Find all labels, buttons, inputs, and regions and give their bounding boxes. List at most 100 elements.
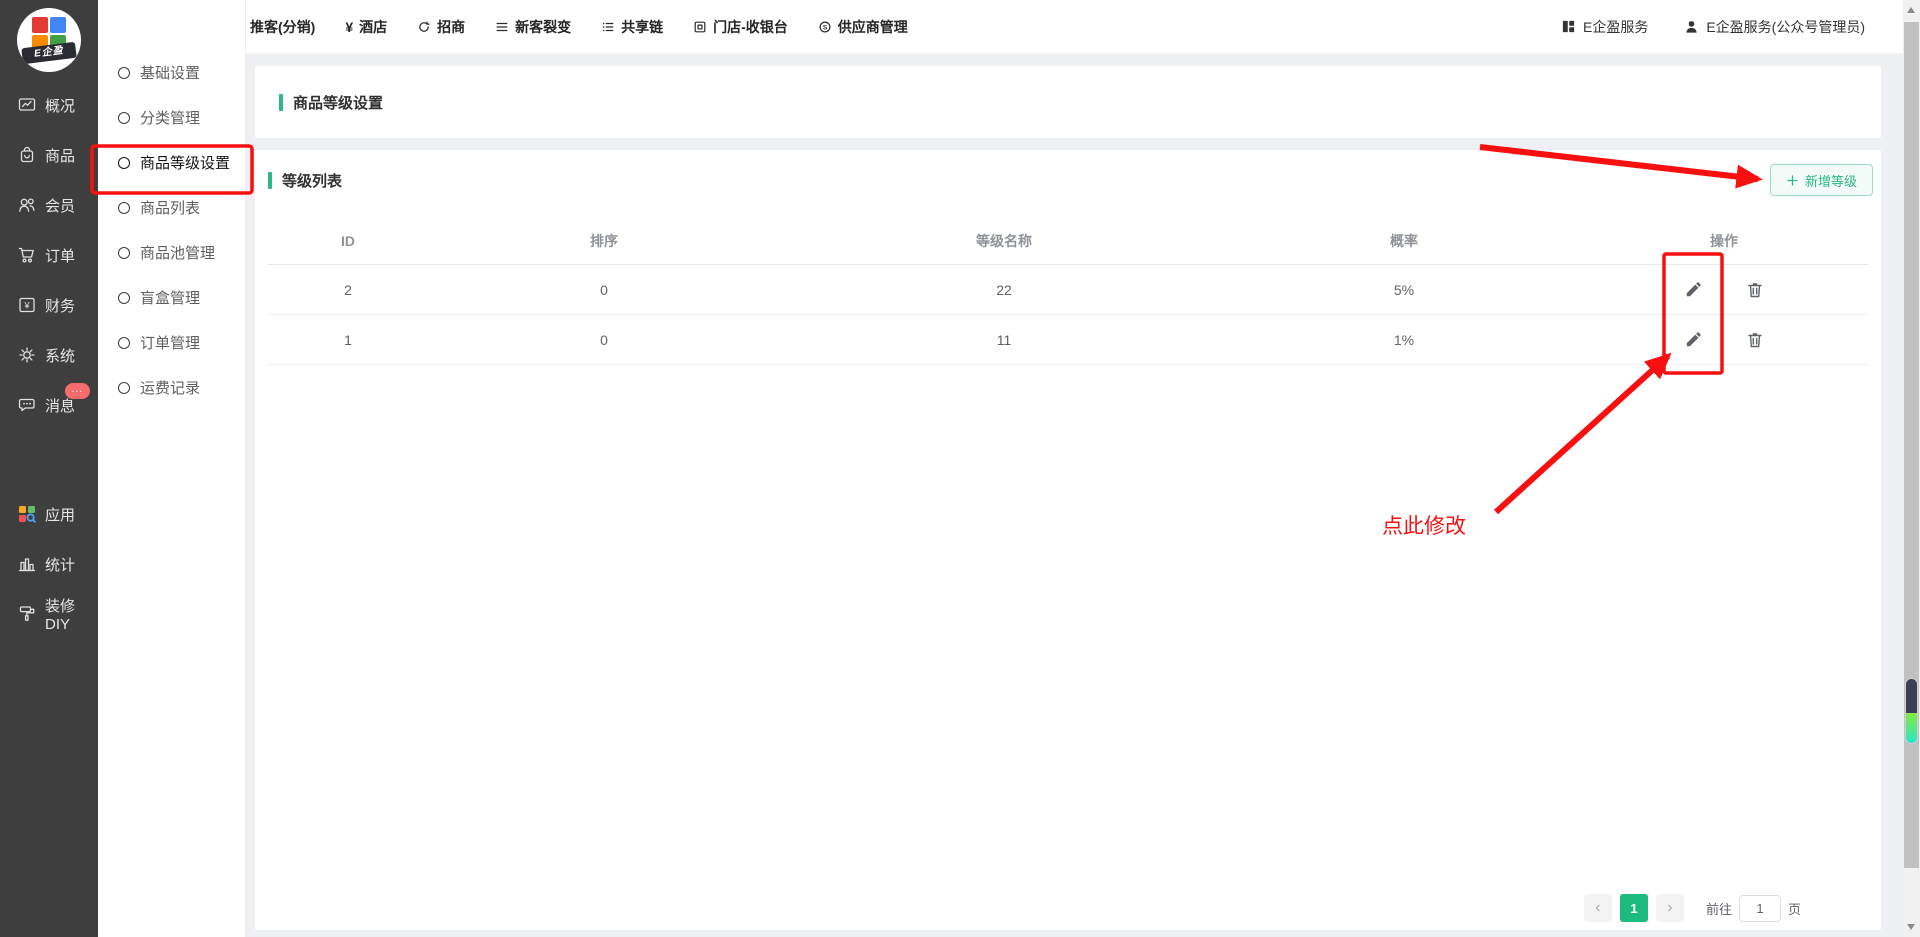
submenu-item-basic-settings[interactable]: 基础设置 xyxy=(98,50,245,95)
sidebar-item-overview[interactable]: 概况 xyxy=(0,80,98,130)
sidebar-item-decorate-diy[interactable]: 装修DIY xyxy=(0,589,98,639)
sidebar-item-label: 系统 xyxy=(45,345,75,366)
sidebar-item-label: 统计 xyxy=(45,554,75,575)
nav-item-share-chain[interactable]: 共享链 xyxy=(601,17,663,37)
submenu-item-label: 商品池管理 xyxy=(140,242,215,263)
shopping-bag-icon xyxy=(17,145,37,165)
submenu-item-label: 运费记录 xyxy=(140,377,200,398)
delete-trash-icon[interactable] xyxy=(1746,331,1764,349)
circle-bullet-icon xyxy=(118,112,130,124)
scroll-progress-widget[interactable] xyxy=(1905,678,1918,744)
table-header-row: ID 排序 等级名称 概率 操作 xyxy=(268,217,1868,265)
green-accent-bar xyxy=(279,94,283,111)
cell-id: 1 xyxy=(268,332,428,348)
nav-item-supplier-management[interactable]: S 供应商管理 xyxy=(818,17,908,37)
apps-grid-icon xyxy=(17,504,37,524)
submenu-item-product-pool[interactable]: 商品池管理 xyxy=(98,230,245,275)
submenu-item-label: 商品等级设置 xyxy=(140,152,230,173)
sidebar-main-group: 概况 商品 会员 订单 ¥ 财务 系统 消息 ... xyxy=(0,80,98,430)
nav-item-investment[interactable]: 招商 xyxy=(417,17,465,37)
cell-actions xyxy=(1580,331,1868,349)
gear-icon xyxy=(17,345,37,365)
sidebar-item-label: 应用 xyxy=(45,504,75,525)
recycle-icon xyxy=(417,20,431,34)
sidebar-item-apps[interactable]: 应用 xyxy=(0,489,98,539)
sidebar-item-label: 概况 xyxy=(45,95,75,116)
circle-bullet-icon xyxy=(118,67,130,79)
page-title-card: 商品等级设置 xyxy=(255,66,1881,138)
submenu-item-blind-box[interactable]: 盲盒管理 xyxy=(98,275,245,320)
table-row: 1 0 11 1% xyxy=(268,315,1868,365)
sidebar-secondary-group: 应用 统计 装修DIY xyxy=(0,489,98,639)
scrollbar-down-arrow-icon[interactable] xyxy=(1907,924,1915,930)
edit-pencil-icon[interactable] xyxy=(1684,281,1702,299)
nav-item-store-cashier[interactable]: 门店-收银台 xyxy=(693,17,788,37)
nav-item-new-customer-fission[interactable]: 新客裂变 xyxy=(495,17,571,37)
submenu-item-product-level-settings[interactable]: 商品等级设置 xyxy=(98,140,245,185)
user-account-entry[interactable]: E企盈服务(公众号管理员) xyxy=(1684,17,1865,37)
sidebar-item-finance[interactable]: ¥ 财务 xyxy=(0,280,98,330)
nav-item-hotel[interactable]: ¥ 酒店 xyxy=(345,17,387,37)
goto-page-input[interactable] xyxy=(1739,895,1781,922)
nav-item-label: 推客(分销) xyxy=(250,17,315,37)
pagination: ‹ 1 › 前往 页 xyxy=(1584,894,1801,922)
overview-icon xyxy=(17,95,37,115)
sidebar-item-statistics[interactable]: 统计 xyxy=(0,539,98,589)
cell-id: 2 xyxy=(268,282,428,298)
sidebar-item-messages[interactable]: 消息 ... xyxy=(0,380,98,430)
scrollbar-up-arrow-icon[interactable] xyxy=(1907,7,1915,13)
user-icon xyxy=(1684,19,1699,34)
sidebar-item-goods[interactable]: 商品 xyxy=(0,130,98,180)
submenu-item-freight-records[interactable]: 运费记录 xyxy=(98,365,245,410)
logo-text: E企盈 xyxy=(21,42,77,64)
cell-probability: 5% xyxy=(1228,282,1580,298)
circle-bullet-icon xyxy=(118,157,130,169)
nav-item-label: 酒店 xyxy=(359,17,387,37)
circle-bullet-icon xyxy=(118,292,130,304)
cell-level-name: 11 xyxy=(780,332,1228,348)
sidebar-item-orders[interactable]: 订单 xyxy=(0,230,98,280)
sidebar-item-system[interactable]: 系统 xyxy=(0,330,98,380)
plus-icon xyxy=(1786,174,1799,187)
sidebar-item-label: 商品 xyxy=(45,145,75,166)
page-scrollbar[interactable] xyxy=(1903,0,1920,937)
cart-icon xyxy=(17,245,37,265)
submenu-item-label: 基础设置 xyxy=(140,62,200,83)
delete-trash-icon[interactable] xyxy=(1746,281,1764,299)
next-page-button[interactable]: › xyxy=(1656,894,1684,922)
members-icon xyxy=(17,195,37,215)
yen-icon: ¥ xyxy=(345,19,353,35)
submenu-item-label: 分类管理 xyxy=(140,107,200,128)
scroll-widget-dark-segment xyxy=(1906,679,1917,713)
grid-icon xyxy=(1561,19,1576,34)
edit-pencil-icon[interactable] xyxy=(1684,331,1702,349)
column-header-probability: 概率 xyxy=(1228,231,1580,251)
service-apps-entry[interactable]: E企盈服务 xyxy=(1561,17,1648,37)
submenu-item-label: 订单管理 xyxy=(140,332,200,353)
sidebar-item-label: 装修DIY xyxy=(45,595,98,633)
cell-sort: 0 xyxy=(428,332,780,348)
sidebar-item-label: 订单 xyxy=(45,245,75,266)
primary-sidebar: E企盈 概况 商品 会员 订单 ¥ 财务 系统 消息 ... xyxy=(0,0,98,937)
cell-actions xyxy=(1580,281,1868,299)
message-bubble-icon xyxy=(17,395,37,415)
circle-bullet-icon xyxy=(118,202,130,214)
nav-item-label: 招商 xyxy=(437,17,465,37)
page-unit-label: 页 xyxy=(1788,899,1801,918)
list-icon xyxy=(601,20,615,34)
add-level-button[interactable]: 新增等级 xyxy=(1770,164,1873,196)
submenu-item-label: 盲盒管理 xyxy=(140,287,200,308)
page-title-text: 商品等级设置 xyxy=(293,92,383,113)
circle-bullet-icon xyxy=(118,337,130,349)
service-apps-label: E企盈服务 xyxy=(1583,17,1648,37)
sidebar-item-members[interactable]: 会员 xyxy=(0,180,98,230)
column-header-actions: 操作 xyxy=(1580,231,1868,251)
bar-chart-icon xyxy=(17,554,37,574)
page-number-button[interactable]: 1 xyxy=(1620,894,1648,922)
goto-label: 前往 xyxy=(1706,899,1732,918)
submenu-item-category-management[interactable]: 分类管理 xyxy=(98,95,245,140)
table-row: 2 0 22 5% xyxy=(268,265,1868,315)
submenu-item-product-list[interactable]: 商品列表 xyxy=(98,185,245,230)
prev-page-button[interactable]: ‹ xyxy=(1584,894,1612,922)
submenu-item-order-management[interactable]: 订单管理 xyxy=(98,320,245,365)
